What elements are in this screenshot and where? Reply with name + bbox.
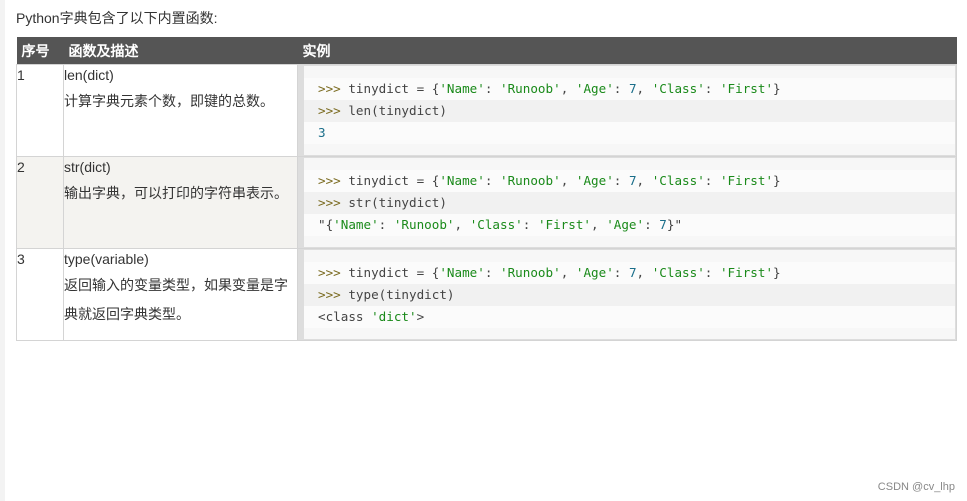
row-index: 3 [16, 248, 64, 341]
row-example: >>> tinydict = {'Name': 'Runoob', 'Age':… [297, 248, 957, 341]
header-index: 序号 [16, 37, 64, 65]
watermark: CSDN @cv_lhp [877, 481, 955, 493]
code-line: >>> str(tinydict) [304, 192, 955, 214]
function-signature: str(dict) [64, 159, 111, 175]
row-description: type(variable) 返回输入的变量类型，如果变量是字典就返回字典类型。 [63, 248, 298, 341]
code-block: >>> tinydict = {'Name': 'Runoob', 'Age':… [298, 65, 956, 156]
code-line: >>> tinydict = {'Name': 'Runoob', 'Age':… [304, 78, 955, 100]
table-header-row: 序号 函数及描述 实例 [16, 37, 957, 65]
row-index: 2 [16, 156, 64, 249]
prompt: >>> [318, 195, 349, 210]
code-line: >>> tinydict = {'Name': 'Runoob', 'Age':… [304, 262, 955, 284]
dict-functions-table: 序号 函数及描述 实例 1 len(dict) 计算字典元素个数，即键的总数。 >>>… [16, 37, 957, 341]
code-block: >>> tinydict = {'Name': 'Runoob', 'Age':… [298, 249, 956, 340]
code-line: 3 [304, 122, 955, 144]
row-index: 1 [16, 64, 64, 157]
function-description: 返回输入的变量类型，如果变量是字典就返回字典类型。 [64, 277, 288, 322]
prompt: >>> [318, 287, 349, 302]
function-description: 输出字典，可以打印的字符串表示。 [64, 185, 288, 201]
prompt: >>> [318, 103, 349, 118]
function-signature: len(dict) [64, 67, 114, 83]
row-example: >>> tinydict = {'Name': 'Runoob', 'Age':… [297, 156, 957, 249]
row-description: len(dict) 计算字典元素个数，即键的总数。 [63, 64, 298, 157]
table-row: 2 str(dict) 输出字典，可以打印的字符串表示。 >>> tinydict =… [16, 156, 957, 249]
table-row: 1 len(dict) 计算字典元素个数，即键的总数。 >>> tinydict = … [16, 64, 957, 157]
code-line: "{'Name': 'Runoob', 'Class': 'First', 'A… [304, 214, 955, 236]
page-left-edge [0, 0, 5, 501]
code-line: >>> tinydict = {'Name': 'Runoob', 'Age':… [304, 170, 955, 192]
code-block: >>> tinydict = {'Name': 'Runoob', 'Age':… [298, 157, 956, 248]
table-row: 3 type(variable) 返回输入的变量类型，如果变量是字典就返回字典类型。… [16, 248, 957, 341]
function-signature: type(variable) [64, 251, 149, 267]
header-example: 实例 [297, 37, 957, 65]
code-line: >>> type(tinydict) [304, 284, 955, 306]
prompt: >>> [318, 173, 349, 188]
prompt: >>> [318, 265, 349, 280]
prompt: >>> [318, 81, 349, 96]
row-example: >>> tinydict = {'Name': 'Runoob', 'Age':… [297, 64, 957, 157]
code-line: <class 'dict'> [304, 306, 955, 328]
intro-text: Python字典包含了以下内置函数: [16, 10, 218, 26]
code-line: >>> len(tinydict) [304, 100, 955, 122]
row-description: str(dict) 输出字典，可以打印的字符串表示。 [63, 156, 298, 249]
function-description: 计算字典元素个数，即键的总数。 [64, 93, 274, 109]
header-function: 函数及描述 [63, 37, 298, 65]
